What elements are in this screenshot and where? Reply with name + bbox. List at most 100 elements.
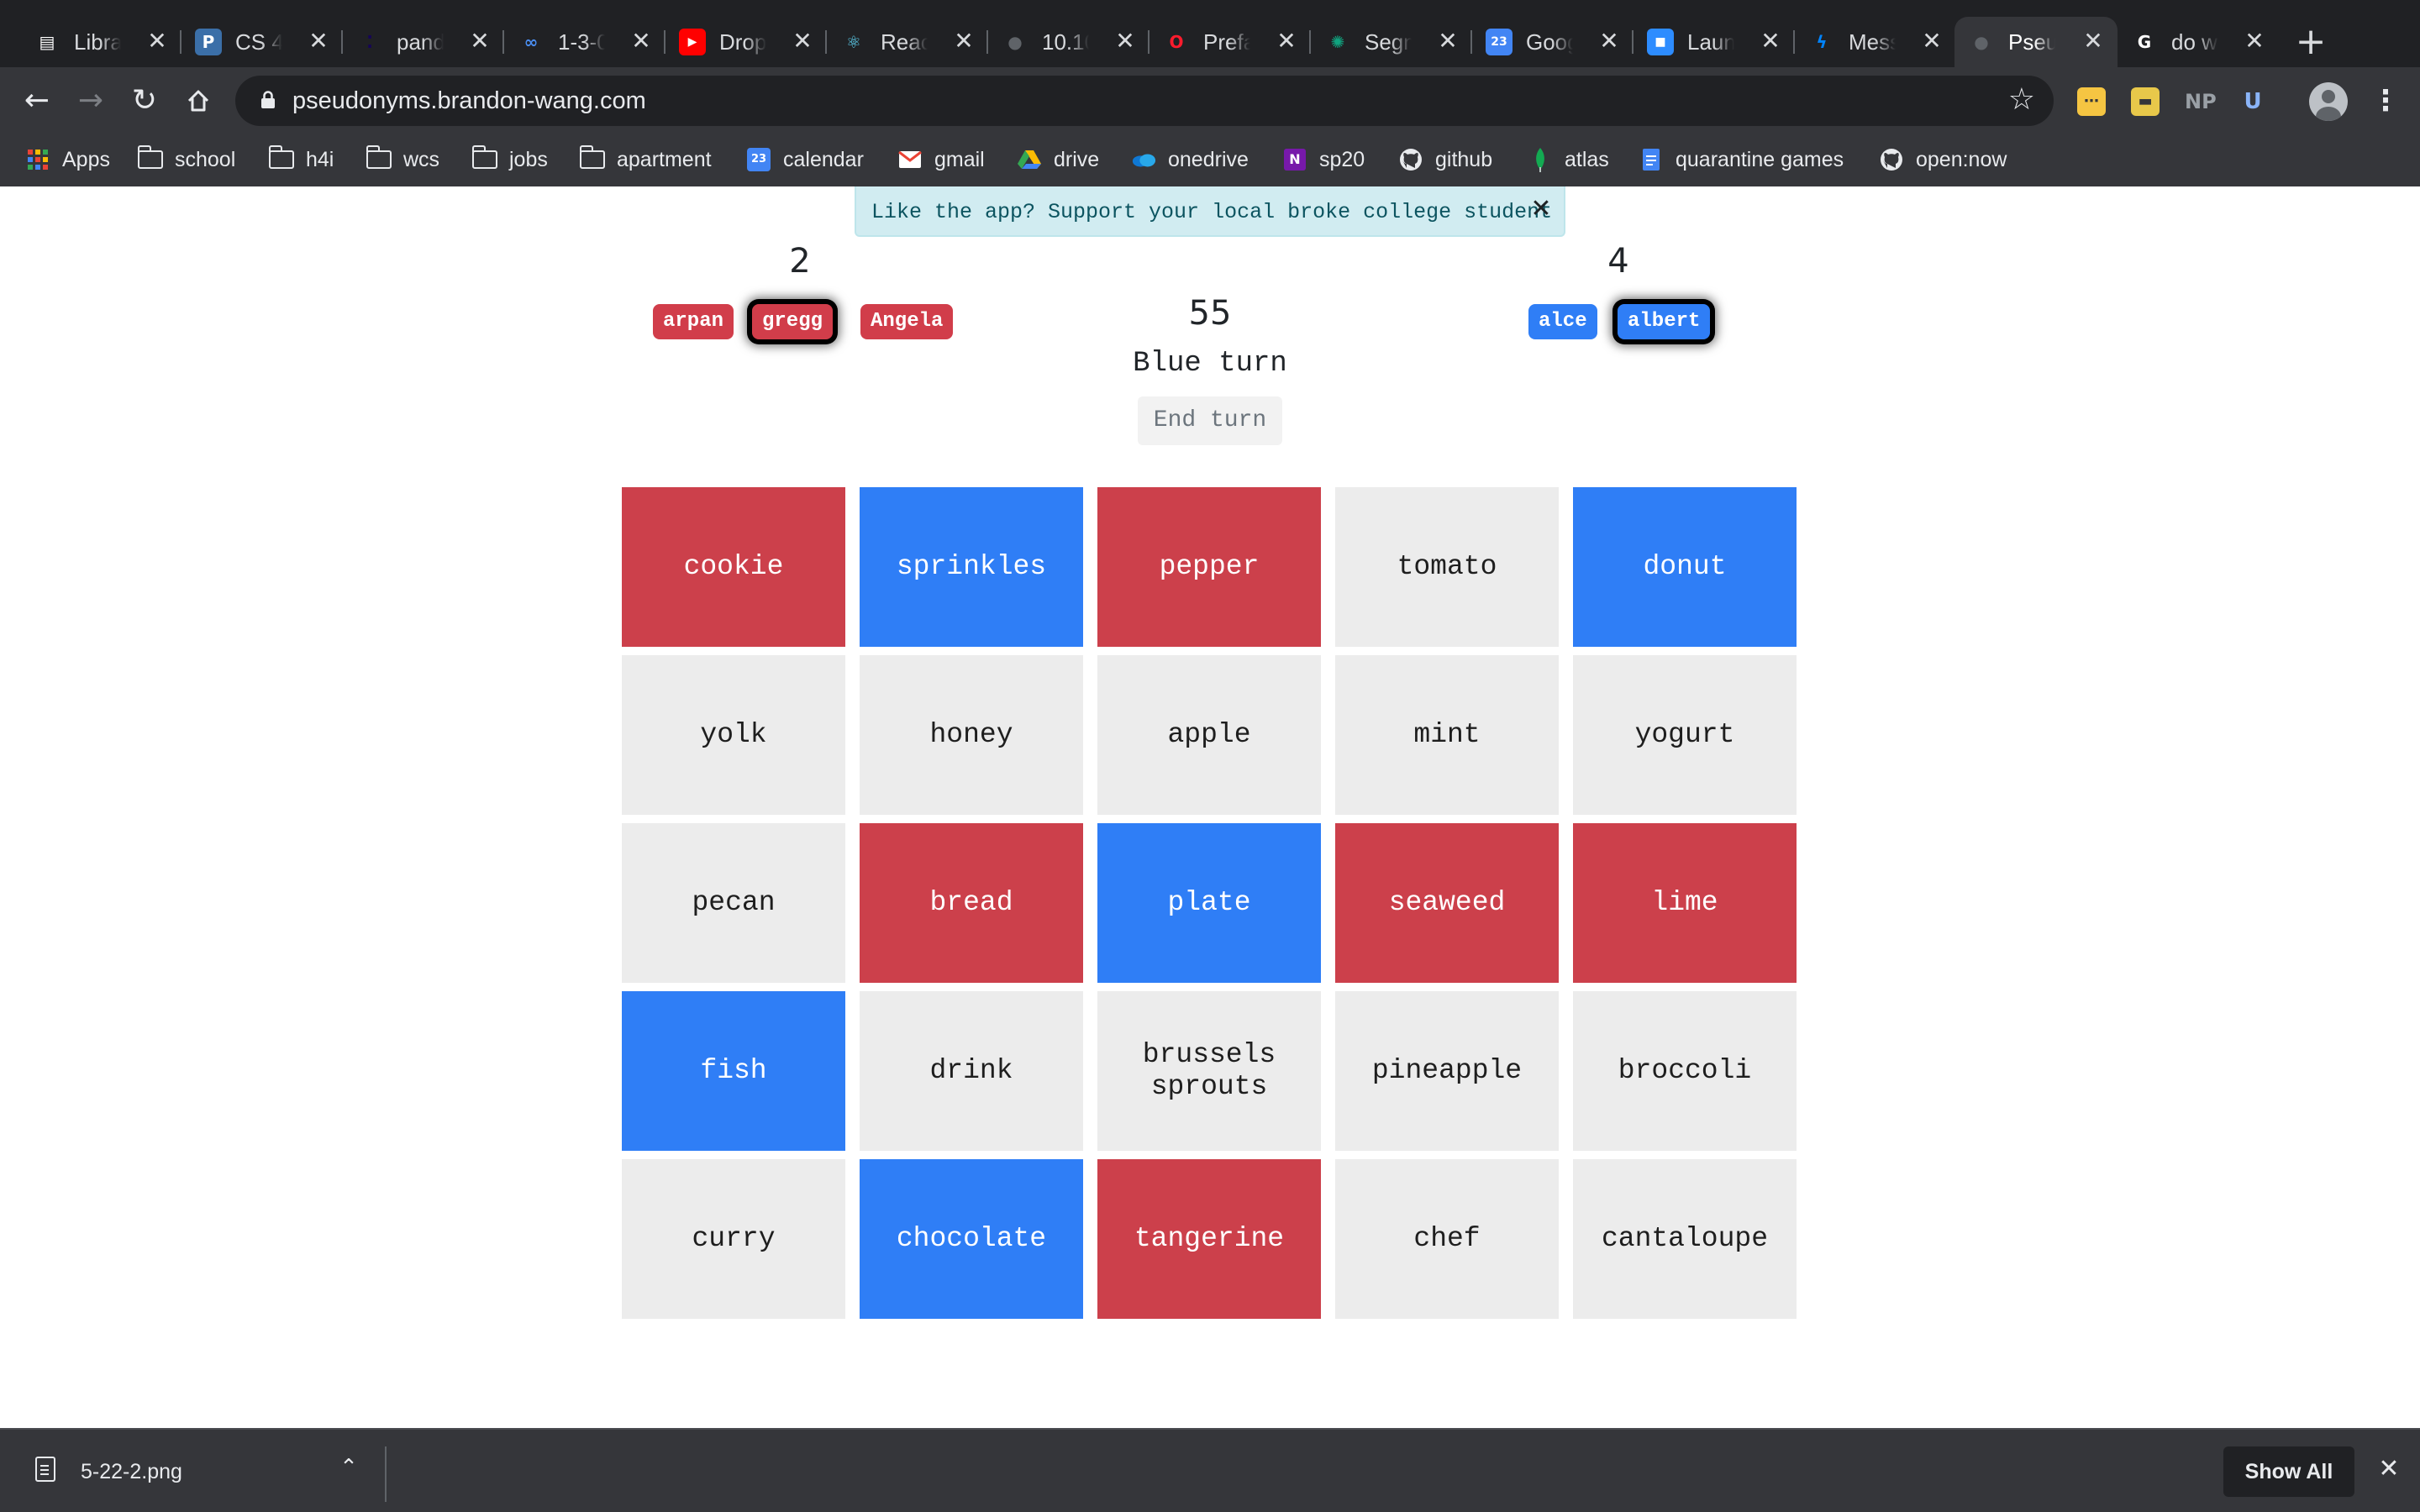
forward-button[interactable]: → [71, 81, 111, 121]
word-card[interactable]: tangerine [1097, 1159, 1321, 1319]
browser-tab[interactable]: ✺ Segment ✕ [1311, 17, 1472, 67]
tab-title: Launch [1687, 29, 1734, 55]
card-word: pineapple [1371, 1055, 1523, 1086]
bookmark-calendar[interactable]: 23 calendar [746, 141, 864, 178]
bookmark-quarantine-games[interactable]: quarantine games [1639, 141, 1844, 178]
chrome-menu-button[interactable]: ⋮ [2371, 82, 2400, 119]
word-card[interactable]: mint [1335, 655, 1559, 815]
word-card[interactable]: drink [860, 991, 1083, 1151]
gmail-icon [897, 147, 923, 172]
browser-tab[interactable]: ∞ 1-3-0 ✕ [504, 17, 666, 67]
word-card[interactable]: sprinkles [860, 487, 1083, 647]
reload-button[interactable]: ↻ [124, 81, 165, 121]
browser-tab[interactable]: ■ Launch ✕ [1634, 17, 1795, 67]
bookmark-wcs[interactable]: wcs [366, 141, 439, 178]
profile-avatar[interactable] [2309, 82, 2348, 121]
word-card[interactable]: bread [860, 823, 1083, 983]
bookmark-open-now[interactable]: open:now [1879, 141, 2007, 178]
bookmark-atlas[interactable]: atlas [1528, 141, 1609, 178]
close-tab-icon[interactable]: ✕ [467, 29, 492, 54]
url-text[interactable]: pseudonyms.brandon-wang.com [292, 87, 646, 115]
close-tab-icon[interactable]: ✕ [951, 29, 976, 54]
card-word: pecan [692, 887, 776, 918]
show-all-button[interactable]: Show All [2223, 1446, 2354, 1497]
browser-tab[interactable]: Gdo wo ✕ [2118, 17, 2279, 67]
browser-tab[interactable]: ▤ Library ✕ [20, 17, 182, 67]
word-card[interactable]: honey [860, 655, 1083, 815]
download-file-name[interactable]: 5-22-2.png [81, 1460, 182, 1484]
word-card[interactable]: broccoli [1573, 991, 1797, 1151]
word-card[interactable]: plate [1097, 823, 1321, 983]
browser-tab[interactable]: ▶ Dropbox ✕ [666, 17, 827, 67]
tab-title: do wo [2171, 29, 2218, 55]
word-card[interactable]: apple [1097, 655, 1321, 815]
close-tab-icon[interactable]: ✕ [790, 29, 815, 54]
bookmark-school[interactable]: school [137, 141, 235, 178]
bookmark-onedrive[interactable]: onedrive [1131, 141, 1249, 178]
close-tab-icon[interactable]: ✕ [1919, 29, 1944, 54]
bookmark-jobs[interactable]: jobs [471, 141, 548, 178]
bookmark-gmail[interactable]: gmail [897, 141, 985, 178]
close-tab-icon[interactable]: ✕ [1274, 29, 1299, 54]
home-button[interactable] [178, 81, 218, 121]
word-card[interactable]: curry [622, 1159, 845, 1319]
close-shelf-icon[interactable]: ✕ [2375, 1455, 2403, 1483]
word-card[interactable]: chocolate [860, 1159, 1083, 1319]
word-card[interactable]: cookie [622, 487, 845, 647]
cup-extension-icon[interactable]: ᑌ [2238, 87, 2267, 116]
browser-tab[interactable]: O Prefab ✕ [1150, 17, 1311, 67]
bookmark-apartment[interactable]: apartment [579, 141, 712, 178]
close-tab-icon[interactable]: ✕ [1758, 29, 1783, 54]
banner-text: Like the app? Support your local broke c… [871, 200, 1553, 224]
turn-timer: 55 [1188, 294, 1232, 333]
bookmark-github[interactable]: github [1398, 141, 1492, 178]
browser-tab[interactable]: ⁚ pandas ✕ [343, 17, 504, 67]
bookmark-apps[interactable]: Apps [25, 141, 110, 178]
support-banner: Like the app? Support your local broke c… [855, 186, 1565, 237]
browser-tab[interactable]: ● 10.10 ✕ [988, 17, 1150, 67]
bookmark-drive[interactable]: drive [1017, 141, 1099, 178]
browser-tab[interactable]: ⚛ React ✕ [827, 17, 988, 67]
word-card[interactable]: pineapple [1335, 991, 1559, 1151]
word-card[interactable]: pecan [622, 823, 845, 983]
folder-icon [366, 145, 392, 172]
sticky-note-icon[interactable]: ⋯ [2077, 87, 2106, 116]
end-turn-button[interactable]: End turn [1138, 396, 1282, 445]
chevron-up-icon[interactable]: ⌃ [336, 1455, 361, 1480]
word-card[interactable]: chef [1335, 1159, 1559, 1319]
close-tab-icon[interactable]: ✕ [629, 29, 654, 54]
close-tab-icon[interactable]: ✕ [145, 29, 170, 54]
word-card[interactable]: fish [622, 991, 845, 1151]
back-button[interactable]: ← [17, 81, 57, 121]
word-card[interactable]: donut [1573, 487, 1797, 647]
close-banner-icon[interactable]: ✕ [1527, 195, 1555, 223]
browser-tab[interactable]: 23 Google ✕ [1472, 17, 1634, 67]
new-tab-button[interactable]: + [2292, 24, 2329, 60]
bookmark-sp20[interactable]: Nsp20 [1282, 141, 1365, 178]
apps-grid-icon [25, 147, 50, 172]
close-tab-icon[interactable]: ✕ [1435, 29, 1460, 54]
word-card[interactable]: pepper [1097, 487, 1321, 647]
close-tab-icon[interactable]: ✕ [1113, 29, 1138, 54]
bookmark-h4i[interactable]: h4i [268, 141, 334, 178]
word-card[interactable]: seaweed [1335, 823, 1559, 983]
close-tab-icon[interactable]: ✕ [2242, 29, 2267, 54]
bookmark-star-icon[interactable]: ☆ [2008, 82, 2035, 117]
word-card[interactable]: yolk [622, 655, 845, 815]
word-card[interactable]: yogurt [1573, 655, 1797, 815]
word-card[interactable]: tomato [1335, 487, 1559, 647]
browser-tab[interactable]: ● Pseudonyms ✕ [1954, 17, 2118, 67]
word-card[interactable]: lime [1573, 823, 1797, 983]
image-extension-icon[interactable]: ▬ [2131, 87, 2160, 116]
browser-tab[interactable]: ϟ Messenger ✕ [1795, 17, 1956, 67]
np-icon[interactable]: NP [2185, 87, 2217, 116]
card-word: honey [929, 719, 1013, 750]
close-tab-icon[interactable]: ✕ [2081, 29, 2106, 54]
word-card[interactable]: brussels sprouts [1097, 991, 1321, 1151]
address-bar[interactable]: pseudonyms.brandon-wang.com ☆ [235, 76, 2054, 126]
close-tab-icon[interactable]: ✕ [306, 29, 331, 54]
word-card[interactable]: cantaloupe [1573, 1159, 1797, 1319]
calendar-icon: 23 [1486, 29, 1512, 55]
close-tab-icon[interactable]: ✕ [1597, 29, 1622, 54]
browser-tab[interactable]: P CS 49 ✕ [182, 17, 343, 67]
